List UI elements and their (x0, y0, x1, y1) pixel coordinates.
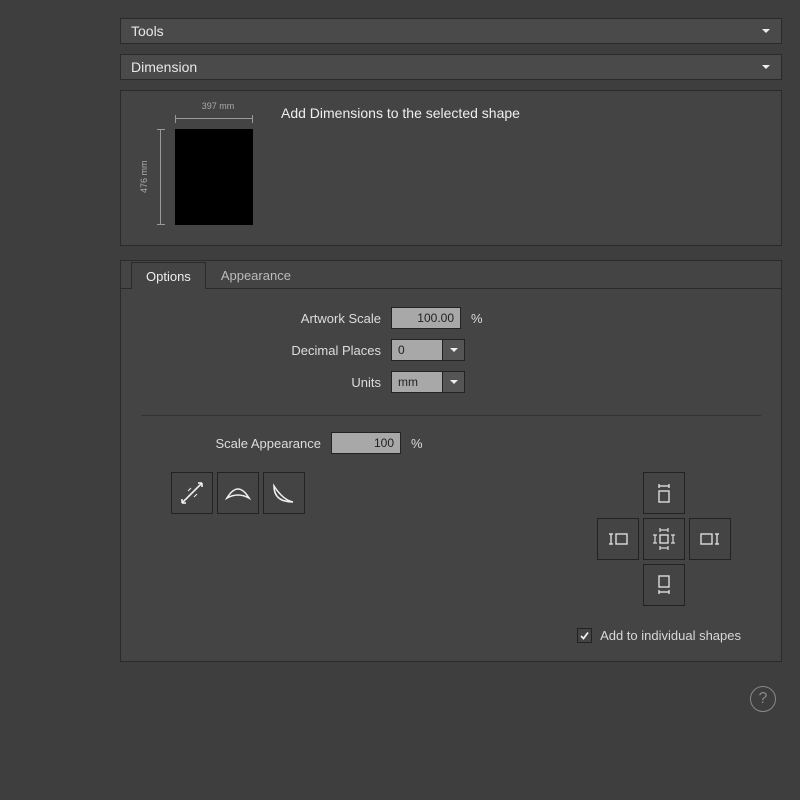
percent-unit: % (411, 436, 423, 451)
help-button[interactable]: ? (750, 686, 776, 712)
place-all-button[interactable] (643, 518, 685, 560)
add-individual-label: Add to individual shapes (600, 628, 741, 643)
dimension-tool-panel: Tools Dimension 397 mm 476 mm Add Dimens… (0, 0, 800, 712)
place-top-icon (650, 479, 678, 507)
help-icon: ? (759, 690, 768, 708)
chevron-down-icon[interactable] (443, 339, 465, 361)
place-bottom-button[interactable] (643, 564, 685, 606)
dimension-chord-icon (269, 478, 299, 508)
chevron-down-icon (757, 22, 775, 40)
decimal-places-value: 0 (391, 339, 443, 361)
dimension-accordion-header[interactable]: Dimension (120, 54, 782, 80)
units-select[interactable]: mm (391, 371, 465, 393)
artwork-scale-label: Artwork Scale (141, 311, 391, 326)
place-left-button[interactable] (597, 518, 639, 560)
artwork-scale-input[interactable] (391, 307, 461, 329)
scale-appearance-label: Scale Appearance (141, 436, 331, 451)
chevron-down-icon[interactable] (443, 371, 465, 393)
dimension-preview-icon: 397 mm 476 mm (135, 101, 265, 231)
dimension-arc-icon (223, 478, 253, 508)
units-label: Units (141, 375, 391, 390)
percent-unit: % (471, 311, 483, 326)
place-top-button[interactable] (643, 472, 685, 514)
dimension-chord-button[interactable] (263, 472, 305, 514)
dimension-accordion-label: Dimension (131, 59, 197, 75)
place-right-button[interactable] (689, 518, 731, 560)
units-value: mm (391, 371, 443, 393)
place-bottom-icon (650, 571, 678, 599)
tool-description: 397 mm 476 mm Add Dimensions to the sele… (120, 90, 782, 246)
tools-accordion-header[interactable]: Tools (120, 18, 782, 44)
tools-accordion-label: Tools (131, 23, 164, 39)
decimal-places-label: Decimal Places (141, 343, 391, 358)
tool-description-text: Add Dimensions to the selected shape (281, 105, 520, 121)
options-panel: Options Appearance Artwork Scale % Decim… (120, 260, 782, 662)
preview-height-label: 476 mm (139, 129, 153, 225)
check-icon (579, 630, 590, 641)
chevron-down-icon (757, 58, 775, 76)
dimension-arc-button[interactable] (217, 472, 259, 514)
tab-bar: Options Appearance (121, 261, 781, 289)
dimension-linear-icon (177, 478, 207, 508)
preview-width-label: 397 mm (179, 101, 257, 111)
tab-options[interactable]: Options (131, 262, 206, 289)
placement-grid (597, 472, 731, 606)
scale-appearance-input[interactable] (331, 432, 401, 454)
dimension-linear-button[interactable] (171, 472, 213, 514)
place-right-icon (696, 525, 724, 553)
place-left-icon (604, 525, 632, 553)
add-individual-checkbox[interactable] (577, 628, 592, 643)
decimal-places-select[interactable]: 0 (391, 339, 465, 361)
dimension-type-buttons (171, 472, 305, 514)
tab-appearance[interactable]: Appearance (206, 261, 306, 288)
divider (141, 415, 761, 416)
place-all-icon (650, 525, 678, 553)
